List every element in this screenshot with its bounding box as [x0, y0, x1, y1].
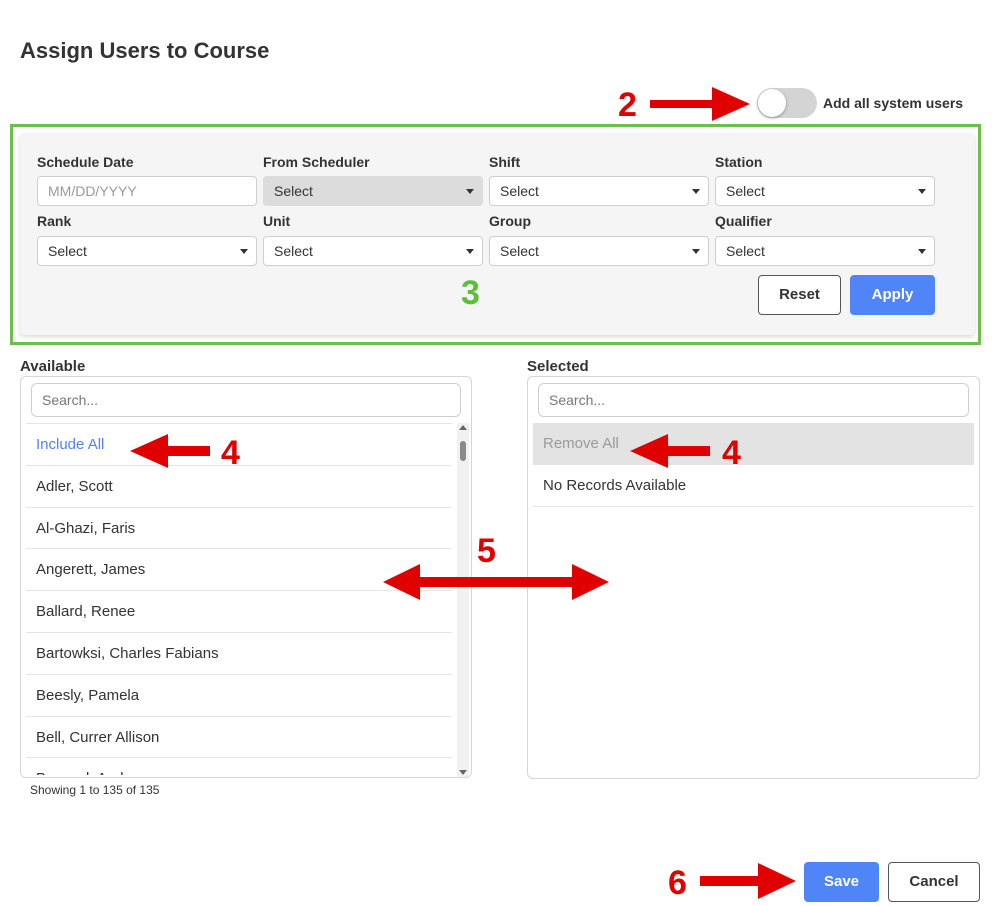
schedule-date-label: Schedule Date: [37, 154, 134, 170]
arrow-right-icon: [700, 863, 796, 899]
station-value: Select: [726, 183, 765, 199]
station-label: Station: [715, 154, 763, 170]
group-select[interactable]: Select: [489, 236, 709, 266]
rank-label: Rank: [37, 213, 72, 229]
available-list: Include All Adler, Scott Al-Ghazi, Faris…: [26, 423, 452, 775]
group-label: Group: [489, 213, 531, 229]
selected-list: Remove All No Records Available: [533, 423, 974, 518]
selected-label: Selected: [527, 358, 589, 375]
list-item[interactable]: Ballard, Renee: [26, 591, 452, 633]
annotation-number: 3: [461, 274, 480, 312]
from-scheduler-value: Select: [274, 183, 313, 199]
cancel-button[interactable]: Cancel: [888, 862, 980, 902]
annotation-number: 4: [221, 434, 240, 472]
list-item[interactable]: Bernard, Andy: [26, 758, 452, 775]
apply-button[interactable]: Apply: [850, 275, 935, 315]
save-button[interactable]: Save: [804, 862, 879, 902]
scroll-up-icon[interactable]: [459, 425, 467, 430]
scrollbar-thumb[interactable]: [460, 441, 466, 461]
selected-search-input[interactable]: [538, 383, 969, 417]
available-label: Available: [20, 358, 86, 375]
unit-value: Select: [274, 243, 313, 259]
unit-select[interactable]: Select: [263, 236, 483, 266]
selected-panel: Remove All No Records Available: [527, 376, 980, 779]
qualifier-label: Qualifier: [715, 213, 772, 229]
available-search-input[interactable]: [31, 383, 461, 417]
shift-label: Shift: [489, 154, 521, 170]
rank-select[interactable]: Select: [37, 236, 257, 266]
annotation-number: 2: [618, 86, 637, 124]
chevron-down-icon: [918, 189, 926, 194]
toggle-knob: [758, 89, 786, 117]
empty-state-text: No Records Available: [533, 465, 974, 507]
station-select[interactable]: Select: [715, 176, 935, 206]
chevron-down-icon: [466, 249, 474, 254]
from-scheduler-select[interactable]: Select: [263, 176, 483, 206]
chevron-down-icon: [466, 189, 474, 194]
reset-button[interactable]: Reset: [758, 275, 841, 315]
filter-panel: Schedule Date From Scheduler Shift Stati…: [20, 133, 975, 335]
qualifier-value: Select: [726, 243, 765, 259]
annotation-number: 4: [722, 434, 741, 472]
shift-value: Select: [500, 183, 539, 199]
list-item[interactable]: Bell, Currer Allison: [26, 717, 452, 759]
add-all-users-toggle[interactable]: [757, 88, 817, 118]
annotation-number: 5: [477, 532, 496, 570]
page-title: Assign Users to Course: [20, 38, 270, 63]
list-item[interactable]: Al-Ghazi, Faris: [26, 508, 452, 550]
shift-select[interactable]: Select: [489, 176, 709, 206]
available-scrollbar[interactable]: [457, 423, 469, 777]
chevron-down-icon: [240, 249, 248, 254]
add-all-users-label: Add all system users: [823, 95, 964, 111]
from-scheduler-label: From Scheduler: [263, 154, 370, 170]
chevron-down-icon: [692, 249, 700, 254]
arrow-right-icon: [650, 87, 750, 121]
rank-value: Select: [48, 243, 87, 259]
qualifier-select[interactable]: Select: [715, 236, 935, 266]
chevron-down-icon: [918, 249, 926, 254]
available-panel: Include All Adler, Scott Al-Ghazi, Faris…: [20, 376, 472, 778]
list-item[interactable]: Angerett, James: [26, 549, 452, 592]
scroll-down-icon[interactable]: [459, 770, 467, 775]
records-count-text: Showing 1 to 135 of 135: [30, 783, 160, 797]
chevron-down-icon: [692, 189, 700, 194]
unit-label: Unit: [263, 213, 291, 229]
group-value: Select: [500, 243, 539, 259]
remove-all-button[interactable]: Remove All: [533, 423, 974, 465]
annotation-number: 6: [668, 864, 687, 902]
list-item[interactable]: Bartowksi, Charles Fabians: [26, 633, 452, 675]
list-item[interactable]: Beesly, Pamela: [26, 675, 452, 717]
schedule-date-input[interactable]: [37, 176, 257, 206]
